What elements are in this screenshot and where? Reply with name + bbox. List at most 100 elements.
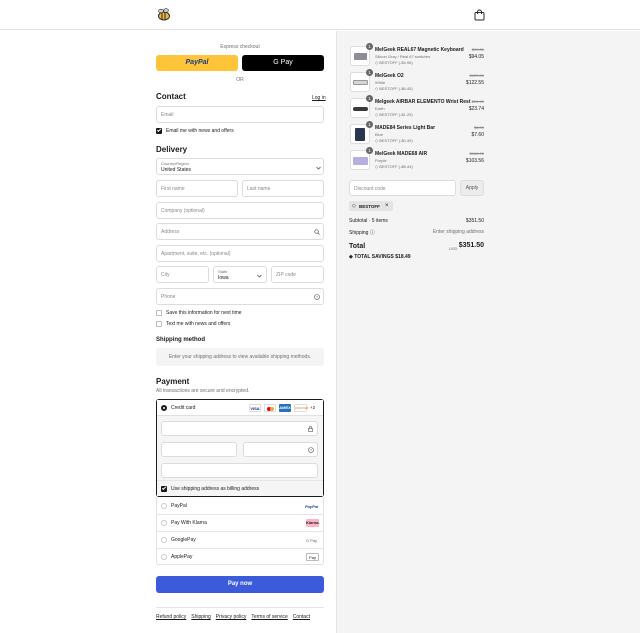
pay-now-label: Pay now	[227, 581, 253, 587]
item-old-price: $8.00	[473, 125, 484, 130]
apply-label: Apply	[465, 185, 479, 191]
subtotal-value: $351.50	[465, 218, 484, 224]
shipping-method-heading: Shipping method	[156, 337, 205, 343]
contact-heading: Contact	[156, 92, 186, 101]
item-name: MelGeek O2	[375, 73, 404, 79]
paypal-express-button[interactable]: PayPal	[156, 55, 238, 71]
quantity-badge: 1	[366, 147, 373, 154]
card-number-input[interactable]	[161, 421, 318, 436]
klarna-badge: Klarna.	[306, 519, 320, 527]
total-savings-label: TOTAL SAVINGS	[354, 254, 394, 260]
googlepay-option[interactable]: GooglePay G Pay	[157, 532, 323, 548]
item-discount: ◇ BESTOFF (-$6.45)	[375, 86, 413, 91]
apartment-placeholder: Apartment, suite, etc. (optional)	[161, 251, 231, 257]
text-news-checkbox[interactable]	[156, 321, 162, 327]
item-variant: White	[375, 80, 386, 85]
email-news-label: Email me with news and offers	[166, 128, 234, 134]
item-old-price: $99.01	[471, 47, 484, 52]
credit-card-option[interactable]: Credit card VISA AMEX DISCOVER +2	[157, 400, 323, 416]
chevron-down-icon	[257, 274, 262, 278]
total-savings-value: $18.49	[395, 254, 411, 260]
applied-discount-chip: ◇ BESTOFF ×	[349, 201, 393, 211]
applepay-badge: Pay	[306, 553, 319, 561]
help-icon[interactable]: ?	[308, 447, 314, 453]
city-input[interactable]: City	[156, 266, 209, 283]
googlepay-badge: G Pay	[306, 538, 318, 543]
phone-input[interactable]: Phone ?	[156, 288, 324, 305]
item-discount: ◇ BESTOFF (-$0.40)	[375, 138, 413, 143]
first-name-placeholder: First name	[161, 186, 185, 192]
bee-logo-icon[interactable]	[157, 8, 171, 21]
billing-same-checkbox[interactable]	[161, 486, 167, 492]
country-select[interactable]: Country/Region United States	[156, 158, 324, 175]
country-label: Country/Region	[161, 161, 189, 166]
item-price: $103.56	[465, 158, 484, 164]
save-info-checkbox[interactable]	[156, 310, 162, 316]
discount-code-input[interactable]: Discount code	[349, 180, 456, 196]
amex-badge: AMEX	[279, 404, 291, 412]
google-pay-express-button[interactable]: G Pay	[242, 55, 324, 71]
paypal-badge: PayPal	[305, 504, 319, 509]
item-discount: ◇ BESTOFF (-$8.44)	[375, 164, 413, 169]
light-bar-image	[355, 128, 365, 141]
delivery-heading: Delivery	[156, 145, 188, 154]
credit-card-radio[interactable]	[161, 405, 167, 411]
footer-links: Refund policy Shipping Privacy policy Te…	[156, 614, 310, 620]
pay-now-button[interactable]: Pay now	[156, 576, 324, 593]
item-discount: ◇ BESTOFF (-$4.96)	[375, 60, 413, 65]
card-name-input[interactable]	[161, 463, 318, 478]
contact-link[interactable]: Contact	[293, 614, 310, 620]
last-name-input[interactable]: Last name	[242, 180, 324, 197]
privacy-policy-link[interactable]: Privacy policy	[216, 614, 247, 620]
terms-link[interactable]: Terms of service	[251, 614, 287, 620]
apartment-input[interactable]: Apartment, suite, etc. (optional)	[156, 245, 324, 262]
item-old-price: $129.00	[469, 73, 484, 78]
total-savings: ◈ TOTAL SAVINGS $18.49	[349, 254, 411, 260]
card-expiry-input[interactable]	[161, 442, 237, 457]
subtotal-label: Subtotal · 5 items	[349, 218, 388, 224]
item-discount-text: BESTOFF (-$0.40)	[379, 138, 413, 143]
credit-card-label: Credit card	[171, 405, 196, 411]
first-name-input[interactable]: First name	[156, 180, 238, 197]
google-pay-logo: G Pay	[273, 59, 293, 66]
shipping-link[interactable]: Shipping	[191, 614, 210, 620]
order-summary-panel	[336, 31, 640, 633]
zip-placeholder: ZIP code	[276, 272, 296, 278]
item-old-price: $168.00	[469, 151, 484, 156]
applepay-radio[interactable]	[161, 554, 167, 560]
item-name: Melgeek AIRBAR ELEMENTO Wrist Rest	[375, 99, 471, 105]
refund-policy-link[interactable]: Refund policy	[156, 614, 186, 620]
email-news-checkbox[interactable]	[156, 128, 162, 134]
klarna-option[interactable]: Pay With Klarna Klarna.	[157, 515, 323, 531]
shopping-bag-icon[interactable]	[474, 9, 485, 21]
zip-input[interactable]: ZIP code	[271, 266, 324, 283]
search-icon	[314, 229, 320, 235]
address-input[interactable]: Address	[156, 223, 324, 240]
paypal-radio[interactable]	[161, 503, 167, 509]
help-icon[interactable]: ?	[314, 294, 320, 300]
googlepay-option-label: GooglePay	[171, 537, 196, 543]
last-name-placeholder: Last name	[247, 186, 271, 192]
klarna-radio[interactable]	[161, 520, 167, 526]
footer-divider	[156, 607, 324, 608]
login-link[interactable]: Log in	[312, 95, 326, 101]
shipping-summary-label: Shipping ⓘ	[349, 229, 375, 236]
email-input[interactable]: Email	[156, 106, 324, 123]
apply-button[interactable]: Apply	[460, 180, 484, 196]
company-input[interactable]: Company (optional)	[156, 202, 324, 219]
paypal-option[interactable]: PayPal PayPal	[157, 498, 323, 514]
item-old-price: $24.99	[471, 99, 484, 104]
state-select[interactable]: State Iowa	[213, 266, 267, 283]
help-icon[interactable]: ⓘ	[370, 230, 375, 236]
company-placeholder: Company (optional)	[161, 208, 205, 214]
city-placeholder: City	[161, 272, 170, 278]
shipping-summary-value: Enter shipping address	[432, 229, 484, 235]
item-discount-text: BESTOFF (-$1.25)	[379, 112, 413, 117]
googlepay-radio[interactable]	[161, 537, 167, 543]
billing-same-label: Use shipping address as billing address	[171, 486, 260, 492]
remove-discount-icon[interactable]: ×	[385, 203, 389, 209]
quantity-badge: 1	[366, 95, 373, 102]
keyboard-image	[354, 53, 367, 60]
card-cvc-input[interactable]: ?	[243, 442, 318, 457]
applepay-option[interactable]: ApplePay Pay	[157, 549, 323, 565]
